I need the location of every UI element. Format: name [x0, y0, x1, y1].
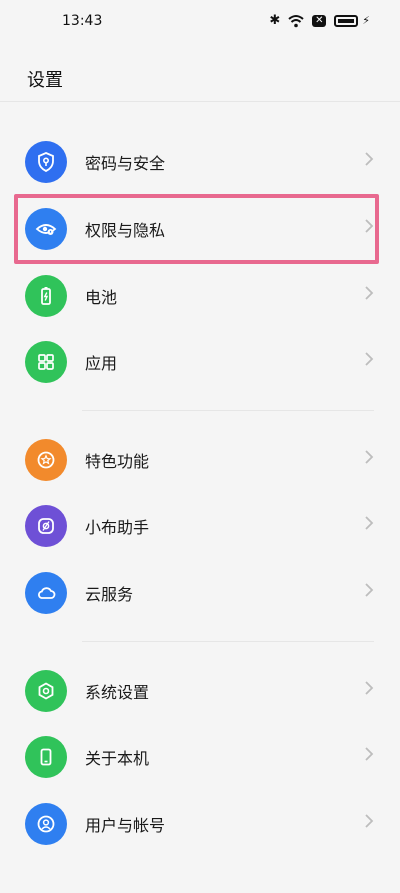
cloud-icon [25, 572, 67, 614]
header: 设置 [0, 60, 400, 104]
hexagon-settings-icon [25, 670, 67, 712]
item-label: 小布助手 [85, 518, 150, 537]
apps-grid-icon [25, 341, 67, 383]
status-icons: ✱ ✕ ⚡ [269, 13, 370, 28]
status-time: 13:43 [62, 13, 103, 29]
chevron-right-icon [365, 583, 374, 597]
battery-icon [25, 275, 67, 317]
chevron-right-icon [365, 814, 374, 828]
bluetooth-icon: ✱ [269, 13, 281, 28]
settings-item-system-settings[interactable]: 系统设置 [0, 658, 400, 724]
item-label: 应用 [85, 354, 118, 373]
section-divider [82, 410, 374, 411]
chevron-right-icon [365, 516, 374, 530]
phone-icon [25, 736, 67, 778]
status-bar: 13:43 ✱ ✕ ⚡ [0, 0, 400, 42]
star-badge-icon [25, 439, 67, 481]
chevron-right-icon [365, 747, 374, 761]
item-label: 电池 [85, 288, 118, 307]
item-label: 用户与帐号 [85, 816, 166, 835]
assistant-icon [25, 505, 67, 547]
highlight-box [14, 194, 379, 264]
chevron-right-icon [365, 450, 374, 464]
chevron-right-icon [365, 681, 374, 695]
settings-item-apps[interactable]: 应用 [0, 329, 400, 395]
settings-item-users-accounts[interactable]: 用户与帐号 [0, 791, 400, 857]
settings-item-about-phone[interactable]: 关于本机 [0, 724, 400, 790]
section-divider [82, 641, 374, 642]
item-label: 密码与安全 [85, 154, 166, 173]
item-label: 系统设置 [85, 683, 150, 702]
settings-item-breeno-assistant[interactable]: 小布助手 [0, 493, 400, 559]
settings-item-battery[interactable]: 电池 [0, 263, 400, 329]
item-label: 云服务 [85, 585, 134, 604]
chevron-right-icon [365, 152, 374, 166]
wifi-icon [288, 14, 304, 27]
chevron-right-icon [365, 352, 374, 366]
shield-key-icon [25, 141, 67, 183]
header-divider [0, 101, 400, 102]
settings-item-cloud-service[interactable]: 云服务 [0, 560, 400, 626]
item-label: 特色功能 [85, 452, 150, 471]
chevron-right-icon [365, 286, 374, 300]
settings-item-password-security[interactable]: 密码与安全 [0, 129, 400, 195]
charging-icon: ⚡ [362, 14, 370, 27]
notification-icon: ✕ [312, 14, 327, 27]
page-title: 设置 [27, 70, 63, 91]
item-label: 关于本机 [85, 749, 150, 768]
battery-status-icon [334, 14, 359, 27]
user-account-icon [25, 803, 67, 845]
settings-item-featured[interactable]: 特色功能 [0, 427, 400, 493]
